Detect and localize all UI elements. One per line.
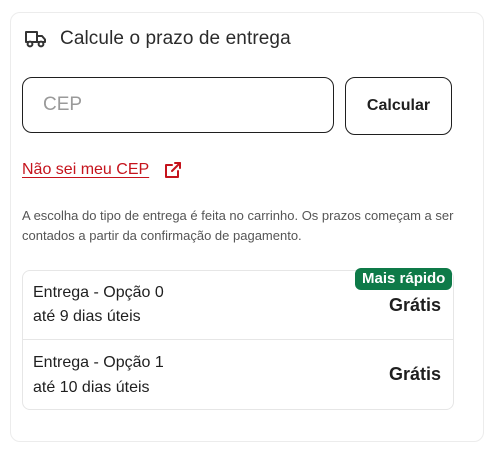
delivery-info-text: A escolha do tipo de entrega é feita no … [22, 208, 454, 243]
cep-input[interactable] [22, 77, 334, 133]
option-time: até 10 dias úteis [33, 379, 150, 396]
option-name: Entrega - Opção 0 [33, 284, 164, 301]
option-price: Grátis [388, 295, 441, 315]
option-time: até 9 dias úteis [33, 308, 141, 325]
delivery-option-1[interactable]: Entrega - Opção 1 até 10 dias úteis Grát… [23, 340, 453, 409]
fastest-badge: Mais rápido [355, 268, 453, 290]
calculate-button[interactable]: Calcular [345, 77, 452, 135]
truck-icon [24, 29, 48, 49]
external-link-icon[interactable] [163, 160, 183, 180]
unknown-cep-link-label[interactable]: Não sei meu CEP [22, 161, 149, 179]
shipping-header: Calcule o prazo de entrega [24, 28, 291, 50]
delivery-options-list: Entrega - Opção 0 até 9 dias úteis Gráti… [22, 270, 454, 410]
unknown-cep-link[interactable]: Não sei meu CEP [22, 160, 183, 180]
option-price: Grátis [388, 364, 441, 384]
option-name: Entrega - Opção 1 [33, 354, 164, 371]
page-title: Calcule o prazo de entrega [60, 28, 291, 49]
